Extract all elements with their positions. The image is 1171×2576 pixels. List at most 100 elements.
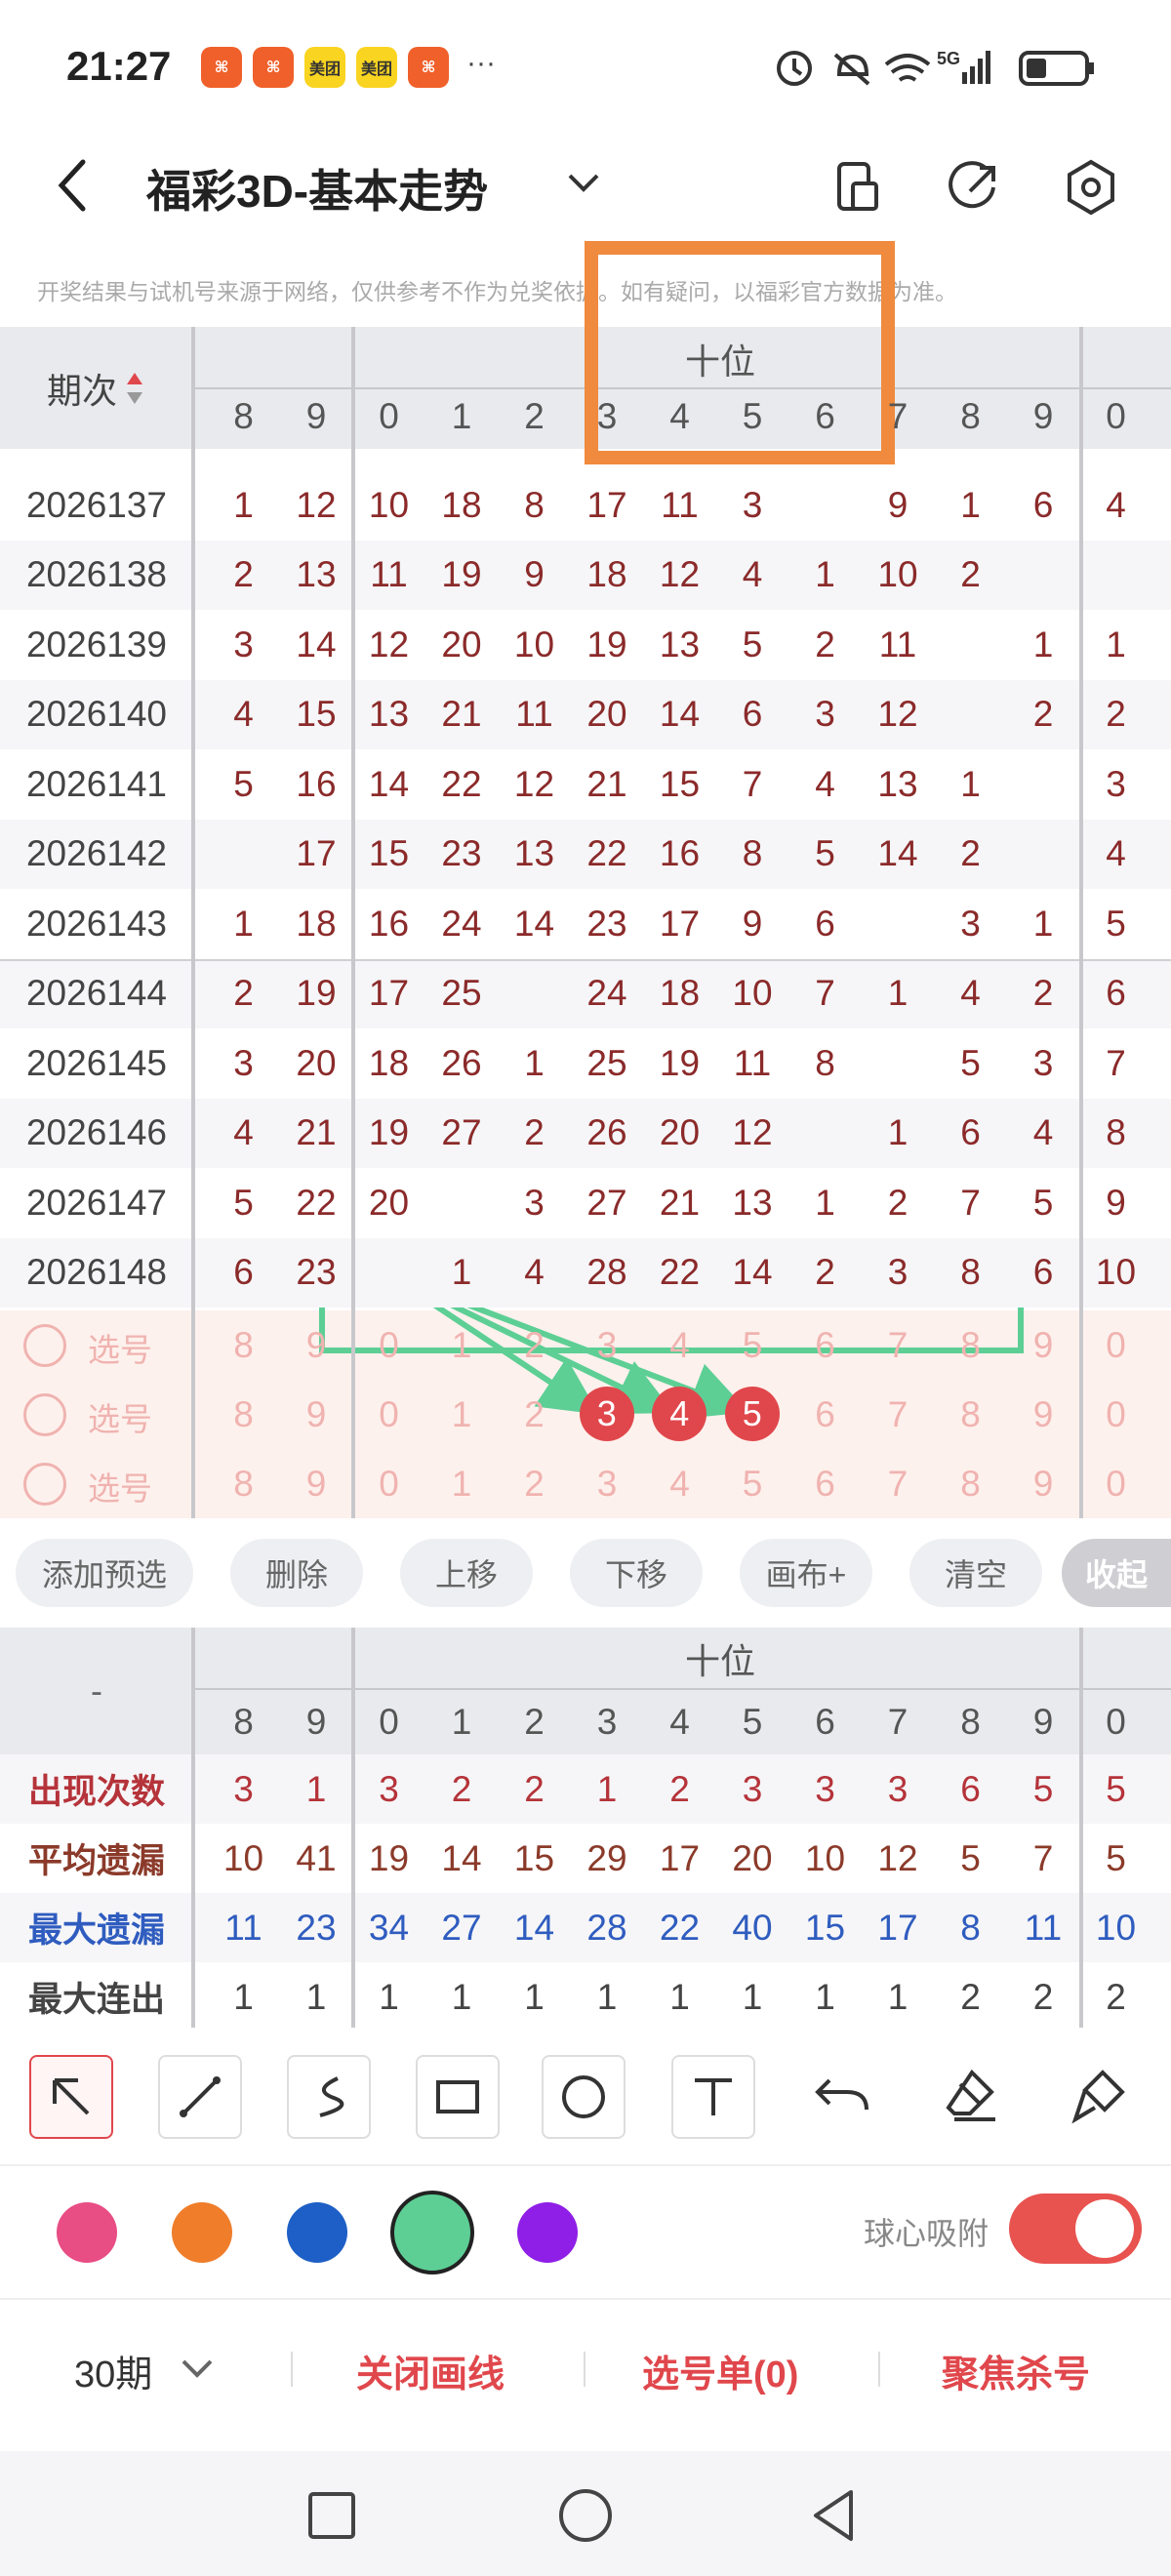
select-cell[interactable]: 1 <box>425 1380 499 1449</box>
selected-ball[interactable]: 4 <box>652 1387 707 1441</box>
select-cell[interactable]: 1 <box>425 1449 499 1518</box>
table-cell: 14 <box>877 833 918 874</box>
select-radio[interactable] <box>23 1393 66 1436</box>
table-cell: 4 <box>1032 1112 1054 1153</box>
select-label[interactable]: 选号 <box>88 1324 152 1371</box>
select-cell[interactable]: 9 <box>1007 1449 1080 1518</box>
stats-cell: 2 <box>1032 1976 1054 2017</box>
color-swatch[interactable] <box>57 2202 117 2263</box>
color-swatch[interactable] <box>287 2202 347 2263</box>
select-cell[interactable]: 6 <box>788 1380 862 1449</box>
select-cell[interactable]: 7 <box>862 1380 935 1449</box>
table-cell: 17 <box>368 973 410 1014</box>
select-cell[interactable]: 0 <box>352 1380 425 1449</box>
collapse-button[interactable]: 收起 <box>1062 1539 1171 1607</box>
rectangle-tool[interactable] <box>416 2055 500 2139</box>
select-cell[interactable]: 4 <box>643 1310 716 1380</box>
color-swatch[interactable] <box>390 2191 474 2274</box>
undo-icon[interactable] <box>814 2071 872 2125</box>
select-cell[interactable]: 8 <box>934 1380 1007 1449</box>
table-cell: 21 <box>659 1182 701 1223</box>
snap-toggle[interactable] <box>1009 2194 1142 2264</box>
snap-toggle-knob <box>1075 2199 1134 2258</box>
selected-ball[interactable]: 3 <box>579 1387 634 1441</box>
select-cell[interactable]: 0 <box>352 1310 425 1380</box>
select-label[interactable]: 选号 <box>88 1393 152 1440</box>
select-cell[interactable]: 1 <box>425 1310 499 1380</box>
circle-tool[interactable] <box>542 2055 626 2139</box>
select-cell[interactable]: 8 <box>207 1310 280 1380</box>
table-cell: 11 <box>370 554 408 595</box>
period-chevron-down-icon[interactable] <box>178 2355 217 2383</box>
line-tool[interactable] <box>158 2055 242 2139</box>
table-cell: 8 <box>1106 1112 1126 1153</box>
close-lines-button[interactable]: 关闭画线 <box>356 2344 505 2397</box>
table-cell: 2 <box>887 1182 909 1223</box>
select-cell[interactable]: 9 <box>280 1380 353 1449</box>
select-cell[interactable]: 2 <box>498 1310 571 1380</box>
select-cell[interactable]: 2 <box>498 1380 571 1449</box>
select-cell[interactable]: 0 <box>1079 1310 1152 1380</box>
table-cell: 11 <box>515 694 553 735</box>
move-down-button[interactable]: 下移 <box>570 1539 703 1607</box>
select-cell[interactable]: 0 <box>352 1449 425 1518</box>
select-cell[interactable]: 0 <box>1079 1380 1152 1449</box>
home-icon[interactable] <box>554 2484 617 2547</box>
select-cell[interactable]: 9 <box>280 1449 353 1518</box>
select-label[interactable]: 选号 <box>88 1463 152 1509</box>
table-cell: 2 <box>960 833 981 874</box>
table-cell: 22 <box>586 833 627 874</box>
pointer-tool[interactable] <box>29 2055 113 2139</box>
select-cell[interactable]: 8 <box>934 1449 1007 1518</box>
column-divider <box>1079 327 1083 1518</box>
column-header: 3 <box>596 396 618 436</box>
select-cell[interactable]: 0 <box>1079 1449 1152 1518</box>
color-swatch[interactable] <box>517 2202 578 2263</box>
delete-button[interactable]: 删除 <box>230 1539 363 1607</box>
add-preselect-button[interactable]: 添加预选 <box>16 1539 193 1607</box>
period-label: 2026148 <box>25 1252 168 1292</box>
column-header: 7 <box>887 396 909 436</box>
select-cell[interactable]: 8 <box>207 1449 280 1518</box>
canvas-button[interactable]: 画布+ <box>740 1539 872 1607</box>
back-nav-icon[interactable] <box>806 2484 865 2547</box>
select-cell[interactable]: 9 <box>280 1310 353 1380</box>
select-cell[interactable]: 3 <box>571 1449 644 1518</box>
brush-icon[interactable] <box>1070 2067 1128 2125</box>
focus-kill-button[interactable]: 聚焦杀号 <box>942 2344 1090 2397</box>
select-cell[interactable]: 7 <box>862 1449 935 1518</box>
app-icon-label: 美团 <box>308 61 341 78</box>
select-cell[interactable]: 5 <box>716 1310 789 1380</box>
select-cell[interactable]: 3 <box>571 1310 644 1380</box>
selected-ball[interactable]: 5 <box>724 1387 780 1441</box>
select-cell[interactable]: 6 <box>788 1310 862 1380</box>
select-cell[interactable]: 8 <box>207 1380 280 1449</box>
stats-cell: 2 <box>669 1768 690 1809</box>
table-cell: 4 <box>1106 833 1126 874</box>
period-label: 2026142 <box>25 833 168 873</box>
select-cell[interactable]: 9 <box>1007 1380 1080 1449</box>
select-cell[interactable]: 4 <box>643 1449 716 1518</box>
pick-list-button[interactable]: 选号单(0) <box>642 2344 798 2397</box>
select-cell[interactable]: 2 <box>498 1449 571 1518</box>
table-cell: 1 <box>524 1042 545 1083</box>
color-swatch[interactable] <box>172 2202 232 2263</box>
select-radio[interactable] <box>23 1463 66 1506</box>
period-count-select[interactable]: 30期 <box>74 2344 152 2397</box>
period-label: 2026138 <box>25 554 168 594</box>
curve-tool[interactable] <box>287 2055 371 2139</box>
select-radio[interactable] <box>23 1324 66 1367</box>
select-cell[interactable]: 6 <box>788 1449 862 1518</box>
table-cell: 1 <box>815 1182 835 1223</box>
table-cell: 25 <box>441 973 482 1014</box>
select-cell[interactable]: 8 <box>934 1310 1007 1380</box>
eraser-icon[interactable] <box>943 2067 1001 2125</box>
recent-apps-icon[interactable] <box>303 2486 361 2545</box>
select-cell[interactable]: 7 <box>862 1310 935 1380</box>
text-tool[interactable] <box>671 2055 755 2139</box>
move-up-button[interactable]: 上移 <box>400 1539 533 1607</box>
select-cell[interactable]: 9 <box>1007 1310 1080 1380</box>
text-icon <box>695 2078 732 2115</box>
select-cell[interactable]: 5 <box>716 1449 789 1518</box>
clear-button[interactable]: 清空 <box>909 1539 1042 1607</box>
